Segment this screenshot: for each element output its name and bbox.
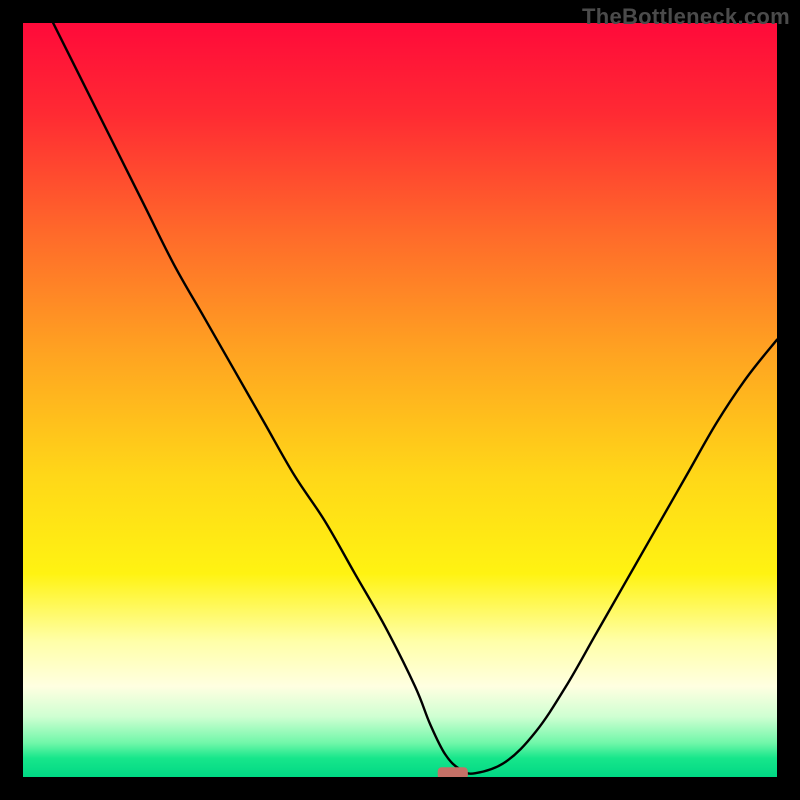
optimal-marker-icon: [438, 767, 468, 777]
chart-svg: [23, 23, 777, 777]
gradient-background: [23, 23, 777, 777]
plot-area: [23, 23, 777, 777]
watermark-text: TheBottleneck.com: [582, 4, 790, 30]
chart-frame: TheBottleneck.com: [0, 0, 800, 800]
